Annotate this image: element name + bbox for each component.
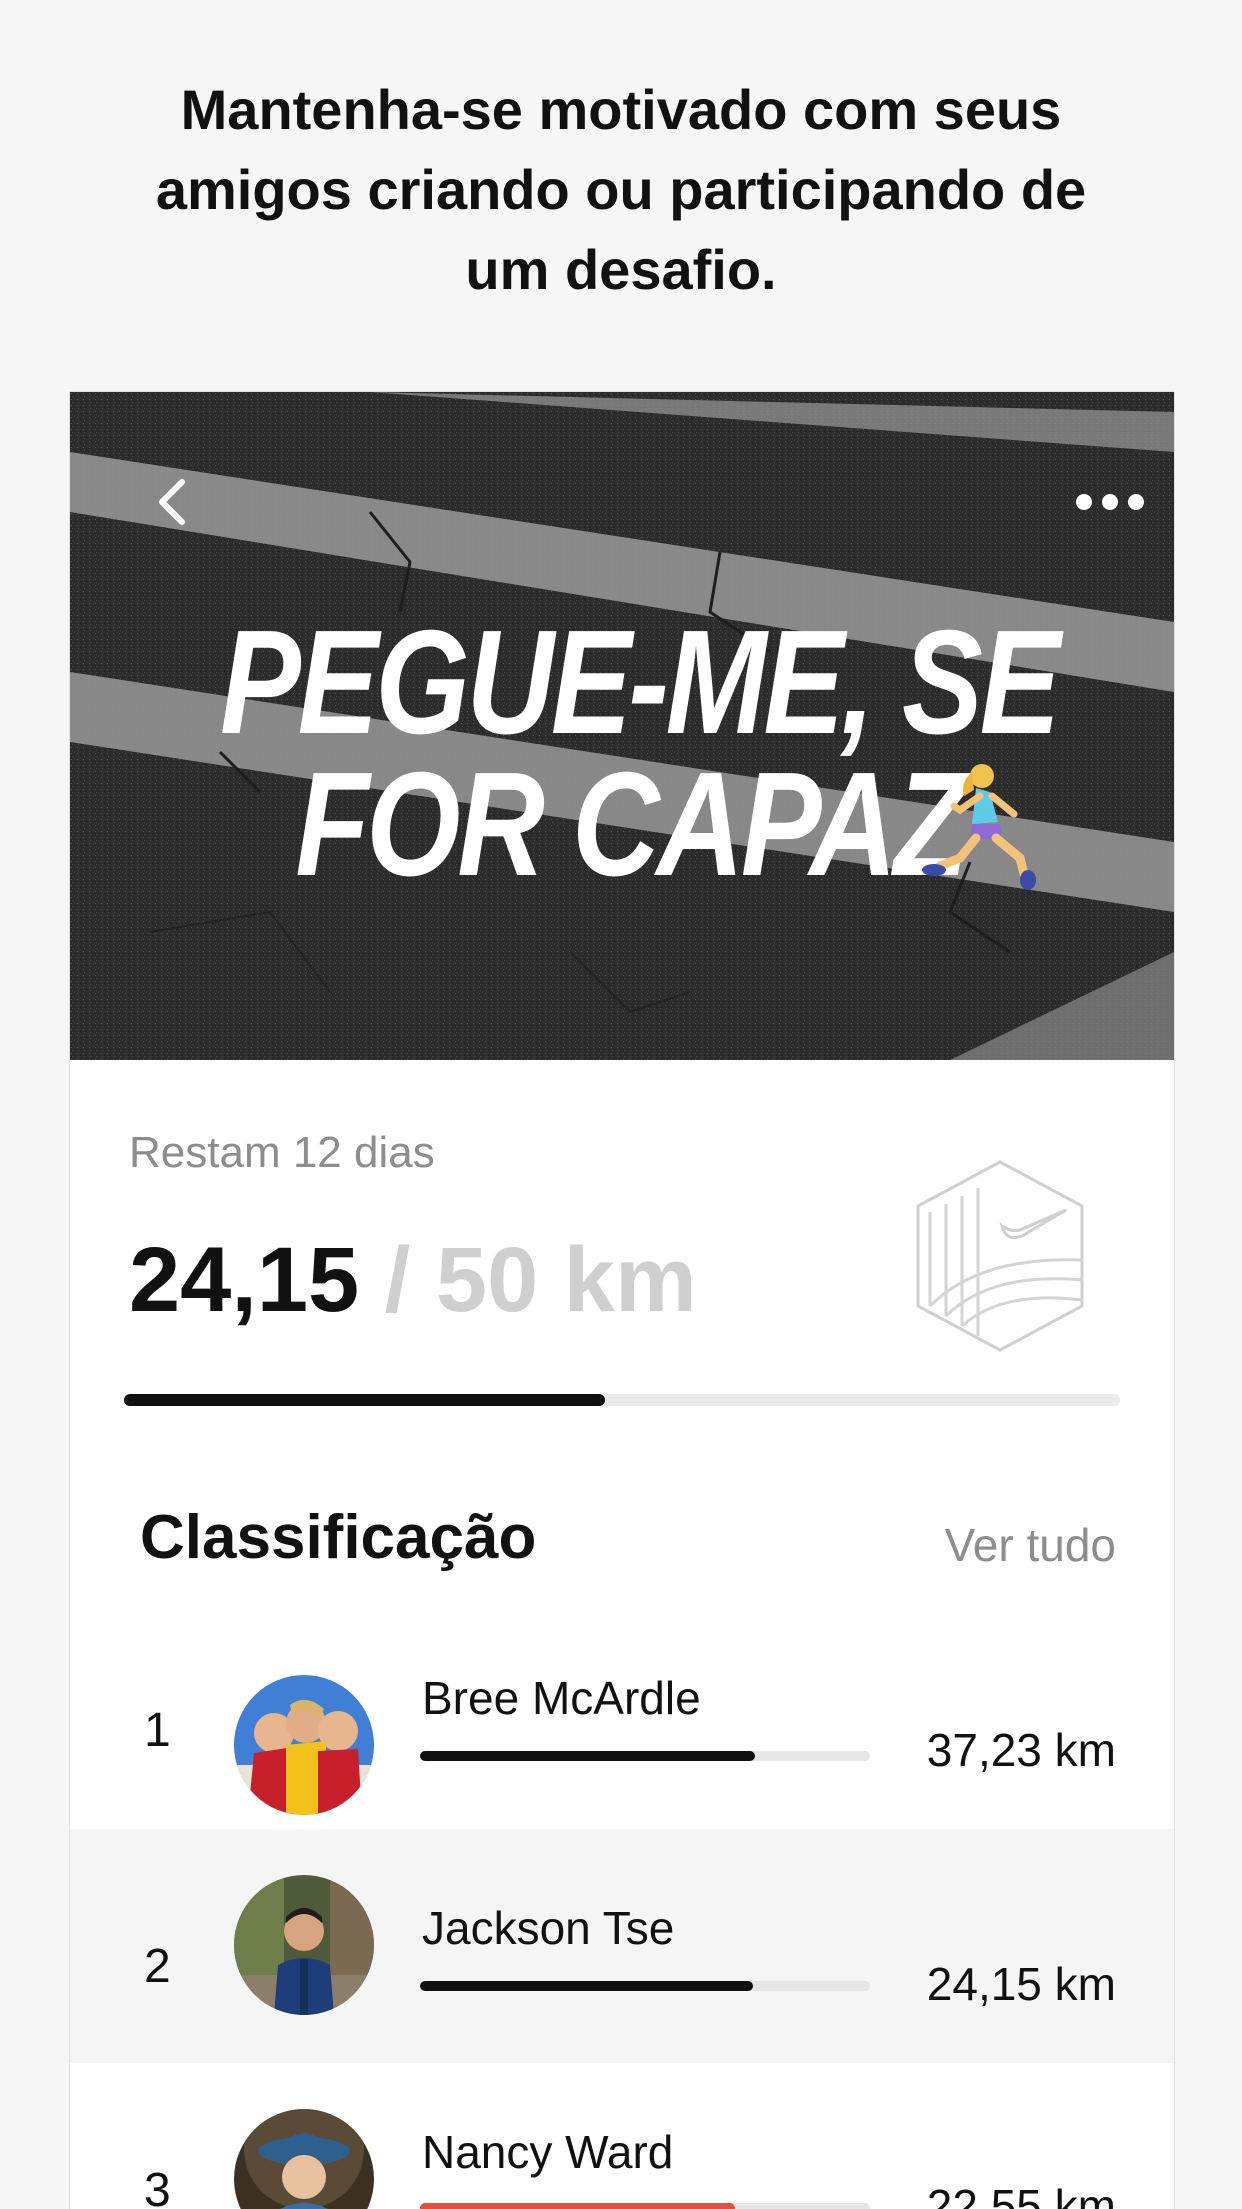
challenge-title-line: PEGUE-ME, SE (220, 600, 1061, 765)
avatar-photo (234, 1675, 374, 1815)
intro-headline-line: amigos criando ou participando de (155, 158, 1087, 221)
participant-name: Jackson Tse (422, 1902, 675, 1954)
intro-headline-line: um desafio. (465, 238, 777, 301)
challenge-title-line: FOR CAPAZ (295, 742, 968, 907)
current-distance: 24,15 (129, 1229, 360, 1331)
challenge-progress-bar (124, 1394, 1120, 1406)
participant-distance: 37,23 km (926, 1724, 1116, 1776)
leaderboard-row[interactable]: 2 Jackson Tse 24,15 km (70, 1829, 1174, 2063)
woman-running-emoji (922, 764, 1036, 890)
avatar-photo (234, 2109, 374, 2209)
avatar-photo (234, 1875, 374, 2015)
avatar[interactable] (234, 1875, 374, 2015)
challenge-hero-banner: PEGUE-ME, SE FOR CAPAZ (70, 392, 1174, 1060)
avatar[interactable] (234, 1675, 374, 1815)
participant-name: Nancy Ward (422, 2126, 674, 2178)
challenge-card: PEGUE-ME, SE FOR CAPAZ Restam 12 dias 24… (69, 391, 1175, 2209)
participant-progress-fill (420, 2203, 735, 2209)
participant-distance: 24,15 km (926, 1958, 1116, 2010)
days-remaining: Restam 12 dias (129, 1128, 435, 1177)
more-options-button[interactable] (1070, 472, 1150, 532)
see-all-link[interactable]: Ver tudo (945, 1518, 1116, 1572)
challenge-title: PEGUE-ME, SE FOR CAPAZ (220, 600, 1061, 907)
participant-progress-bar (420, 1751, 870, 1761)
nike-swoosh-badge-icon (916, 1160, 1084, 1352)
intro-headline: Mantenha-se motivado com seus amigos cri… (80, 70, 1162, 310)
leaderboard-rank: 2 (144, 1940, 171, 1993)
participant-progress-fill (420, 1751, 756, 1761)
participant-progress-bar (420, 1981, 870, 1991)
participant-name: Bree McArdle (422, 1672, 701, 1724)
more-dots-icon (1076, 494, 1144, 510)
intro-headline-line: Mantenha-se motivado com seus (180, 78, 1062, 141)
participant-distance: 22,55 km (926, 2180, 1116, 2209)
back-button[interactable] (142, 472, 202, 532)
leaderboard-rank: 3 (144, 2164, 171, 2209)
challenge-stats: Restam 12 dias 24,15 / 50 km (70, 1060, 1174, 1420)
goal-distance: / 50 km (359, 1229, 697, 1331)
leaderboard-header: Classificação Ver tudo (70, 1502, 1174, 1612)
challenge-progress-fill (124, 1394, 606, 1406)
leaderboard-row[interactable]: 3 Nancy Ward 22,55 km (70, 2063, 1174, 2209)
distance-readout: 24,15 / 50 km (129, 1230, 697, 1330)
chevron-left-icon (159, 479, 185, 525)
leaderboard-title: Classificação (140, 1503, 537, 1572)
participant-progress-fill (420, 1981, 753, 1991)
leaderboard-rank: 1 (144, 1704, 171, 1757)
avatar[interactable] (234, 2109, 374, 2209)
participant-progress-bar (420, 2203, 870, 2209)
leaderboard-row[interactable]: 1 Bree McArdle 37,23 km (70, 1629, 1174, 1863)
